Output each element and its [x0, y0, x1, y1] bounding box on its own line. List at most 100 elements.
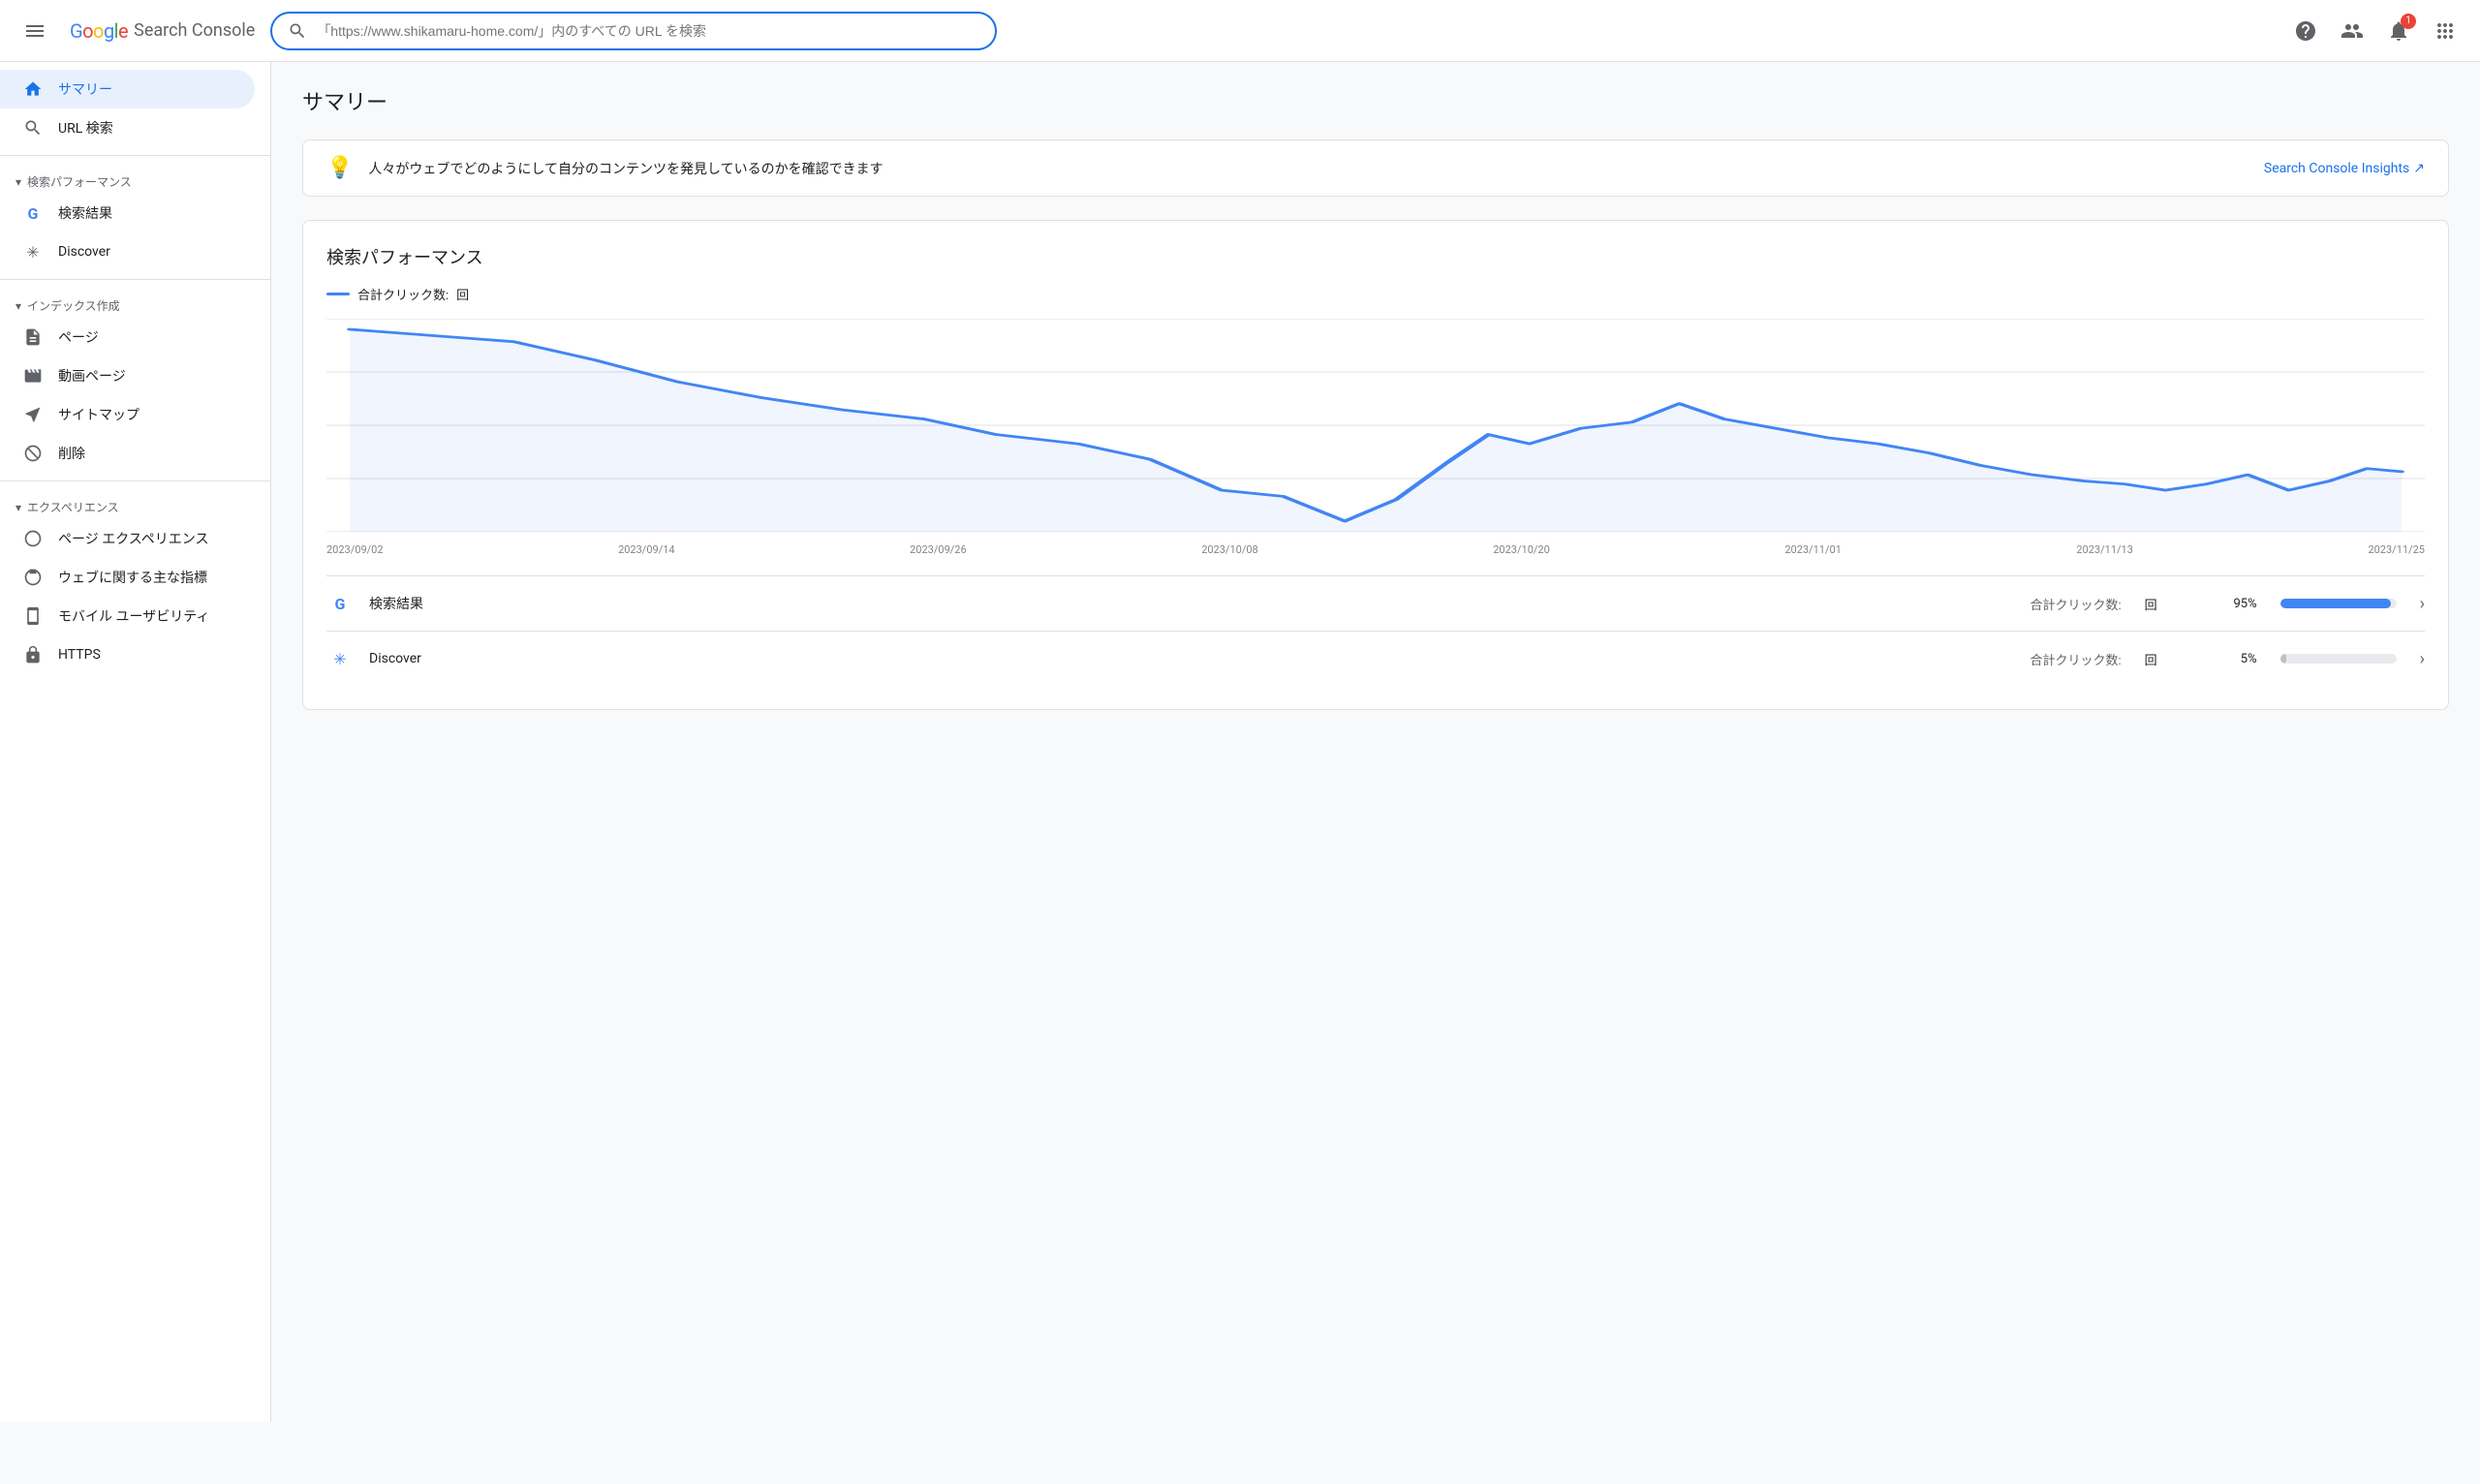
sidebar-sitemap-label: サイトマップ	[58, 405, 140, 424]
sidebar-item-mobile[interactable]: モバイル ユーザビリティ	[0, 597, 255, 635]
x-label-0: 2023/09/02	[326, 543, 384, 556]
sidebar-item-url-inspection[interactable]: URL 検索	[0, 108, 255, 147]
lightbulb-icon: 💡	[326, 156, 353, 180]
perf-row-bar-container-0	[2280, 599, 2397, 608]
performance-card: 検索パフォーマンス 合計クリック数: 回 2023/09/02 2023/	[302, 220, 2449, 710]
removal-icon	[23, 444, 43, 463]
search-input[interactable]	[317, 23, 979, 39]
app-layout: サマリー URL 検索 ▾ 検索パフォーマンス G 検索結果 ✳ Discove…	[0, 62, 2480, 1422]
header-actions: 1	[2286, 12, 2464, 50]
perf-row-bar-container-1	[2280, 654, 2397, 664]
x-label-7: 2023/11/25	[2368, 543, 2425, 556]
video-icon	[23, 366, 43, 386]
search-icon	[23, 118, 43, 138]
chevron-right-icon-1: ›	[2420, 649, 2425, 669]
sidebar-item-search-results[interactable]: G 検索結果	[0, 194, 255, 232]
sidebar-mobile-label: モバイル ユーザビリティ	[58, 606, 209, 626]
sidebar-item-summary[interactable]: サマリー	[0, 70, 255, 108]
insight-text: 人々がウェブでどのようにして自分のコンテンツを発見しているのかを確認できます	[368, 159, 2248, 178]
x-label-4: 2023/10/20	[1493, 543, 1550, 556]
legend-label: 合計クリック数:	[357, 285, 449, 303]
perf-row-discover[interactable]: ✳ Discover 合計クリック数: 回 5% ›	[326, 631, 2425, 686]
sidebar-url-label: URL 検索	[58, 118, 113, 138]
sidebar-page-exp-label: ページ エクスペリエンス	[58, 529, 209, 548]
legend-line	[326, 293, 350, 295]
sidebar-divider-1	[0, 155, 270, 156]
perf-metric-label-0: 合計クリック数:	[2030, 595, 2121, 613]
section-search-performance[interactable]: ▾ 検索パフォーマンス	[0, 164, 270, 194]
help-button[interactable]	[2286, 12, 2325, 50]
mobile-icon	[23, 606, 43, 626]
menu-icon[interactable]	[16, 12, 54, 50]
sidebar-item-https[interactable]: HTTPS	[0, 635, 255, 674]
sidebar-video-label: 動画ページ	[58, 366, 126, 386]
sidebar-search-results-label: 検索結果	[58, 203, 112, 223]
discover-icon-row: ✳	[326, 645, 354, 672]
sidebar-summary-label: サマリー	[58, 79, 112, 99]
app-header: Google Search Console 1	[0, 0, 2480, 62]
chevron-down-icon-2: ▾	[16, 299, 21, 313]
search-bar[interactable]	[270, 12, 997, 50]
discover-icon: ✳	[23, 242, 43, 262]
section-index[interactable]: ▾ インデックス作成	[0, 288, 270, 318]
insight-banner: 💡 人々がウェブでどのようにして自分のコンテンツを発見しているのかを確認できます…	[302, 139, 2449, 197]
section-experience[interactable]: ▾ エクスペリエンス	[0, 489, 270, 519]
sidebar-item-cwv[interactable]: ウェブに関する主な指標	[0, 558, 255, 597]
sidebar-https-label: HTTPS	[58, 647, 101, 663]
card-title: 検索パフォーマンス	[326, 244, 2425, 269]
legend-unit: 回	[456, 285, 469, 303]
sidebar-item-sitemap[interactable]: サイトマップ	[0, 395, 255, 434]
sidebar-item-page-experience[interactable]: ページ エクスペリエンス	[0, 519, 255, 558]
perf-row-bar-1	[2280, 654, 2286, 664]
sidebar-divider-2	[0, 279, 270, 280]
sidebar-item-pages[interactable]: ページ	[0, 318, 255, 356]
section-label: 検索パフォーマンス	[27, 173, 132, 190]
section-label-2: インデックス作成	[27, 297, 120, 314]
perf-row-bar-0	[2280, 599, 2391, 608]
notification-button[interactable]: 1	[2379, 12, 2418, 50]
chevron-right-icon-0: ›	[2420, 594, 2425, 614]
page-title: サマリー	[302, 85, 2449, 116]
sidebar: サマリー URL 検索 ▾ 検索パフォーマンス G 検索結果 ✳ Discove…	[0, 62, 271, 1422]
chevron-down-icon: ▾	[16, 175, 21, 189]
home-icon	[23, 79, 43, 99]
perf-row-count-0: 回	[2145, 595, 2184, 613]
cwv-icon	[23, 568, 43, 587]
x-label-2: 2023/09/26	[910, 543, 967, 556]
sidebar-discover-label: Discover	[58, 244, 110, 260]
sitemap-icon	[23, 405, 43, 424]
chevron-down-icon-3: ▾	[16, 501, 21, 514]
https-icon	[23, 645, 43, 665]
page-experience-icon	[23, 529, 43, 548]
sidebar-item-removal[interactable]: 削除	[0, 434, 255, 473]
sidebar-pages-label: ページ	[58, 327, 99, 347]
performance-chart[interactable]	[326, 319, 2425, 532]
perf-row-count-1: 回	[2145, 650, 2184, 668]
search-icon	[288, 21, 307, 41]
sidebar-item-discover[interactable]: ✳ Discover	[0, 232, 255, 271]
x-label-5: 2023/11/01	[1784, 543, 1842, 556]
perf-row-pct-1: 5%	[2222, 652, 2257, 666]
sidebar-divider-3	[0, 480, 270, 481]
perf-row-name-0: 検索結果	[369, 594, 2014, 613]
perf-row-search-results[interactable]: G 検索結果 合計クリック数: 回 95% ›	[326, 575, 2425, 631]
google-g-icon-row: G	[326, 590, 354, 617]
chart-legend: 合計クリック数: 回	[326, 285, 2425, 303]
perf-row-pct-0: 95%	[2222, 597, 2257, 611]
sidebar-cwv-label: ウェブに関する主な指標	[58, 568, 207, 587]
apps-button[interactable]	[2426, 12, 2464, 50]
sidebar-item-video-pages[interactable]: 動画ページ	[0, 356, 255, 395]
search-console-insights-link[interactable]: Search Console Insights ↗	[2264, 161, 2425, 176]
x-label-6: 2023/11/13	[2076, 543, 2133, 556]
perf-metric-label-1: 合計クリック数:	[2030, 650, 2121, 668]
x-label-1: 2023/09/14	[618, 543, 675, 556]
account-button[interactable]	[2333, 12, 2372, 50]
notification-badge: 1	[2401, 14, 2416, 29]
chart-x-labels: 2023/09/02 2023/09/14 2023/09/26 2023/10…	[326, 540, 2425, 560]
external-link-icon: ↗	[2413, 161, 2425, 176]
google-g-icon: G	[23, 203, 43, 223]
app-logo[interactable]: Google Search Console	[70, 19, 255, 43]
section-label-3: エクスペリエンス	[27, 499, 119, 515]
perf-row-name-1: Discover	[369, 651, 2014, 666]
main-content: サマリー 💡 人々がウェブでどのようにして自分のコンテンツを発見しているのかを確…	[271, 62, 2480, 1422]
